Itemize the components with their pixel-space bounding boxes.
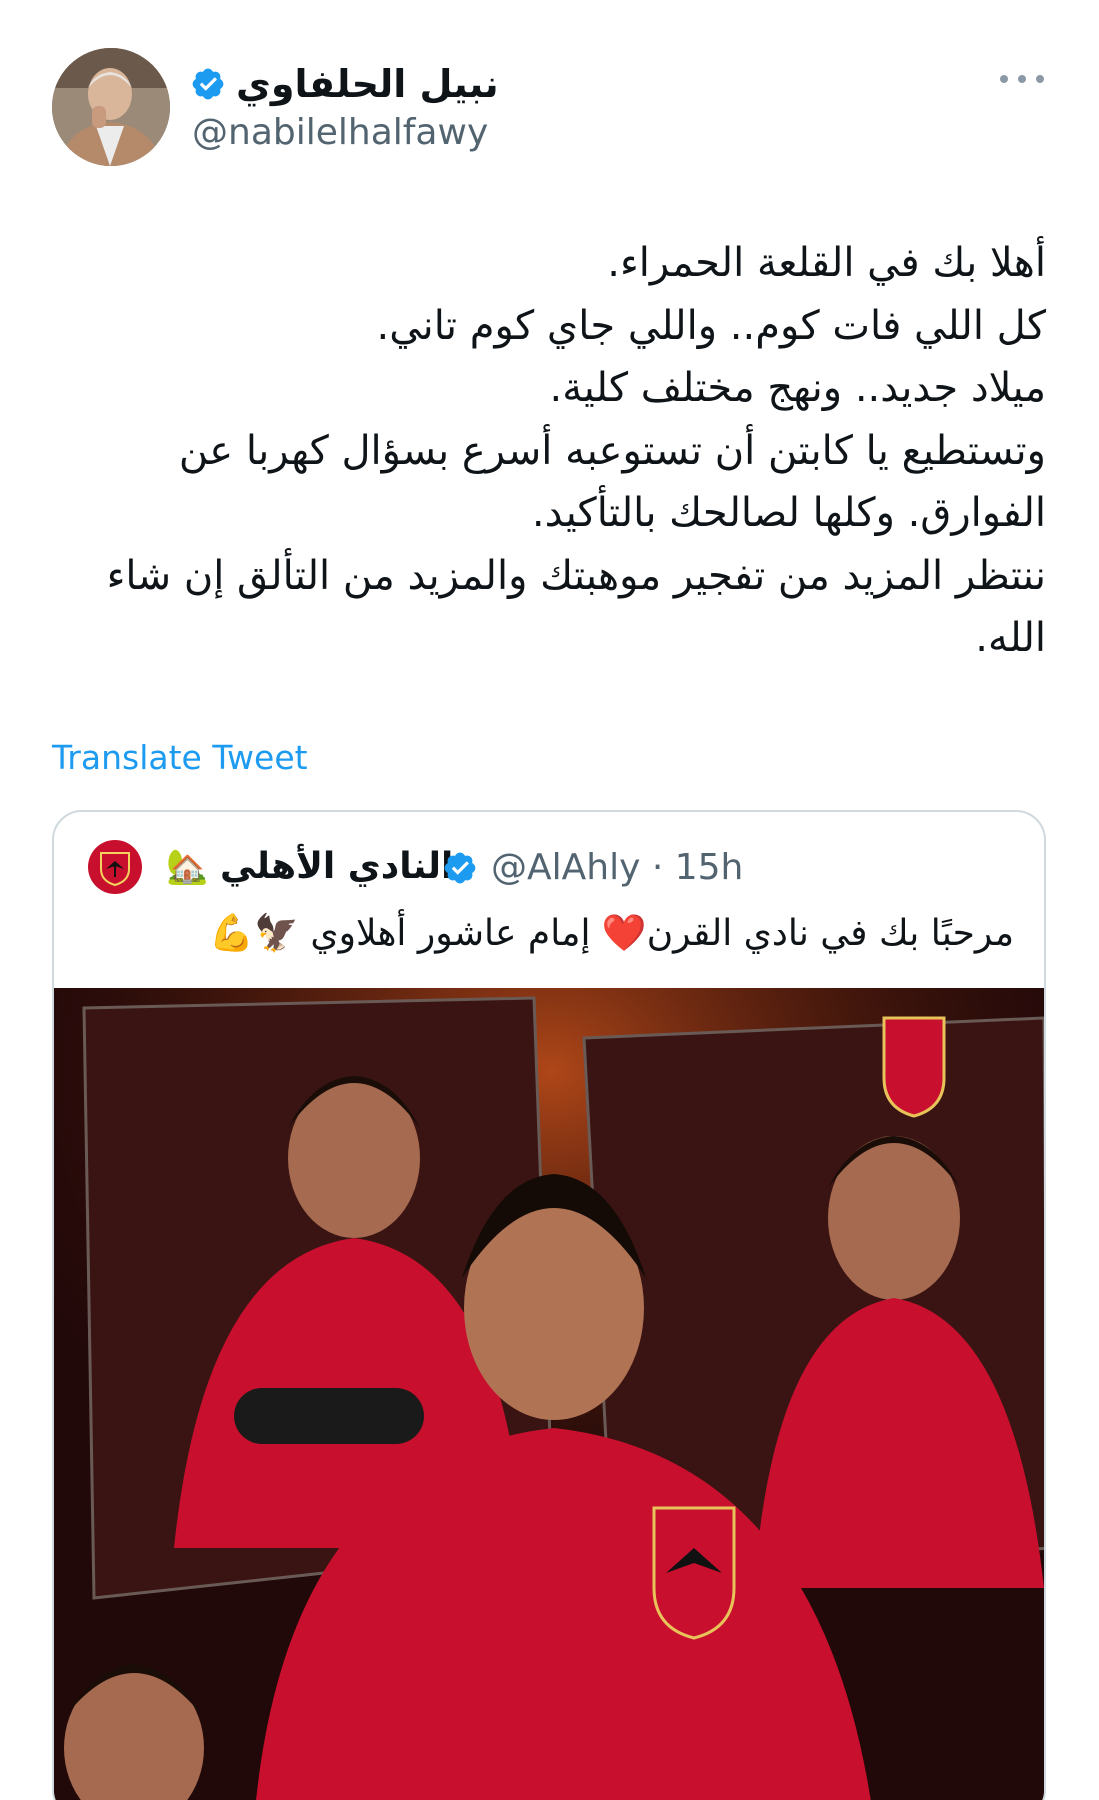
club-logo-avatar[interactable]	[88, 840, 142, 894]
tweet-text-line: ننتظر المزيد من تفجير موهبتك والمزيد من …	[106, 552, 1046, 662]
author-handle[interactable]: @nabilelhalfawy	[192, 112, 488, 153]
verified-badge-icon	[192, 68, 224, 100]
tweet-text-line: وتستطيع يا كابتن أن تستوعبه أسرع بسؤال ك…	[178, 427, 1046, 537]
quoted-tweet-card[interactable]: 🏡 النادي الأهلي @AlAhly · 15h مرحبًا بك …	[52, 810, 1046, 1800]
author-display-name[interactable]: نبيل الحلفاوي	[236, 65, 499, 103]
quoted-tweet-photo[interactable]	[54, 988, 1044, 1800]
tweet-text-line: ميلاد جديد.. ونهج مختلف كلية.	[549, 365, 1046, 411]
tweet-text-line: كل اللي فات كوم.. واللي جاي كوم تاني.	[376, 302, 1047, 349]
quoted-handle-time[interactable]: @AlAhly · 15h	[491, 844, 743, 892]
dot	[1036, 75, 1044, 83]
dot	[1000, 75, 1008, 83]
house-emoji-icon: 🏡	[166, 847, 209, 887]
club-crest-icon	[100, 852, 130, 887]
author-name-row[interactable]: نبيل الحلفاوي	[190, 52, 499, 116]
player-photo-illustration	[54, 988, 1044, 1800]
dot	[1018, 75, 1026, 83]
tweet-text-line: أهلا بك في القلعة الحمراء.	[607, 240, 1046, 286]
quoted-tweet-text: مرحبًا بك في نادي القرن❤️ إمام عاشور أهل…	[209, 913, 1014, 954]
translate-tweet-link[interactable]: Translate Tweet	[52, 738, 308, 777]
more-dots-icon[interactable]	[1000, 64, 1044, 94]
author-avatar[interactable]	[52, 48, 170, 166]
quoted-display-name[interactable]: النادي الأهلي	[220, 842, 453, 892]
quoted-tweet-header: 🏡 النادي الأهلي @AlAhly · 15h	[54, 840, 1044, 896]
tweet-text: أهلا بك في القلعة الحمراء. كل اللي فات ك…	[52, 232, 1046, 670]
verified-badge-icon	[444, 852, 476, 884]
